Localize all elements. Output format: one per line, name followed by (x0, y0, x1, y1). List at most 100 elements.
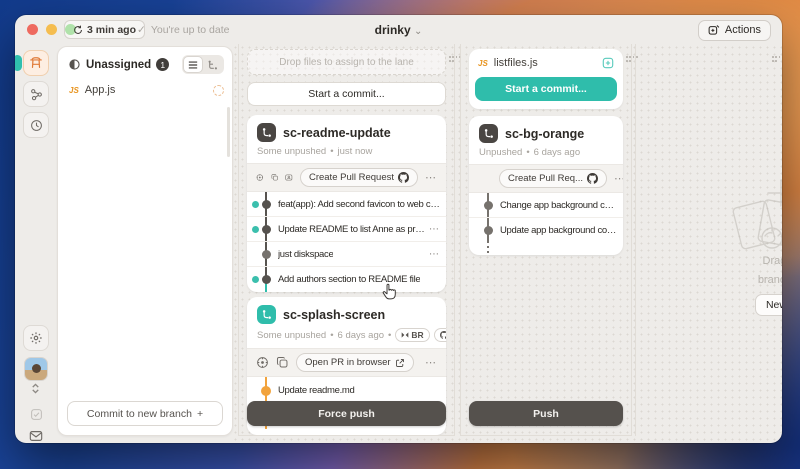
branch-header[interactable]: sc-bg-orange Unpushed • 6 days ago (469, 116, 623, 164)
user-avatar[interactable] (24, 357, 48, 381)
tree-view-button[interactable] (203, 56, 223, 73)
branch-name: sc-bg-orange (505, 127, 584, 141)
plus-icon: + (197, 408, 203, 420)
panel-scrollbar[interactable] (227, 107, 230, 157)
branch-status-text: Some unpushed (257, 330, 326, 341)
commit-message: Update readme.md (278, 385, 355, 396)
open-pr-label: Open PR in browser (305, 357, 391, 368)
commit-message: Update README to list Anne as primar... (278, 224, 425, 235)
history-tab[interactable] (23, 112, 49, 138)
commit-to-new-branch-button[interactable]: Commit to new branch + (67, 401, 223, 426)
lane2-assigned-files-card: JS listfiles.js Start a commit... (469, 49, 623, 109)
account-unfold-button[interactable] (30, 383, 41, 394)
new-branch-label: New branch (766, 299, 782, 311)
copy-icon[interactable] (276, 356, 289, 369)
branch-header[interactable]: sc-splash-screen Some unpushed • 6 days … (247, 297, 446, 348)
branch-time: 6 days ago (534, 147, 580, 158)
create-pull-request-button[interactable]: Create Pull Request (300, 168, 418, 187)
commit-row[interactable]: feat(app): Add second favicon to web con… (247, 192, 446, 217)
create-pr-label: Create Pull Req... (508, 173, 583, 184)
branch-menu-button[interactable]: ⋯ (614, 172, 623, 185)
github-icon (440, 331, 446, 339)
create-pull-request-button[interactable]: Create Pull Req... (499, 169, 607, 188)
left-rail (15, 45, 57, 443)
commit-row[interactable]: Change app background color t... (469, 193, 623, 218)
pull-request-badge[interactable]: PR (434, 328, 446, 342)
view-toggle (182, 55, 224, 74)
local-dot-icon (262, 275, 271, 284)
js-file-icon: JS (478, 59, 488, 68)
commit-menu-button[interactable]: ⋯ (425, 249, 440, 260)
new-branch-button[interactable]: New branch (755, 294, 782, 316)
remote-dot-icon (252, 226, 259, 233)
settings-button[interactable] (23, 325, 49, 351)
app-window: 3 min ago ✓ You're up to date drinky ⌄ A… (15, 15, 782, 443)
actions-label: Actions (725, 24, 761, 36)
commit-message: Update app background color t... (500, 225, 617, 236)
avatar-photo (32, 364, 41, 373)
github-icon (587, 173, 598, 184)
push-label: Push (533, 408, 559, 420)
commit-message: feat(app): Add second favicon to web con… (278, 199, 440, 210)
commit-row[interactable]: just diskspace ⋯ (247, 242, 446, 267)
force-push-button[interactable]: Force push (247, 401, 446, 426)
review-eye-icon[interactable] (256, 171, 264, 184)
branches-tab[interactable] (23, 81, 49, 107)
open-pr-in-browser-button[interactable]: Open PR in browser (296, 353, 414, 372)
external-link-icon (395, 358, 405, 368)
bullet-separator: • (388, 330, 391, 341)
branch-header[interactable]: sc-readme-update Some unpushed • just no… (247, 115, 446, 163)
unassigned-icon (68, 58, 81, 71)
commit-message: Add authors section to README file (278, 274, 420, 285)
history-icon (30, 119, 43, 132)
commit-row[interactable]: Add authors section to README file (247, 267, 446, 292)
project-title[interactable]: drinky ⌄ (15, 23, 782, 37)
new-branch-dropzone[interactable]: Drag changes branch off your New branch (635, 44, 782, 436)
branch-status-text: Unpushed (479, 147, 522, 158)
commit-list: Change app background color t... Update … (469, 193, 623, 255)
chevron-down-icon: ⌄ (414, 26, 422, 37)
branch-toolbar: Open PR in browser ⋯ (247, 348, 446, 377)
copy-icon[interactable] (271, 171, 279, 184)
branch-status: Unpushed • 6 days ago (479, 147, 613, 158)
branch-card-sc-readme-update: sc-readme-update Some unpushed • just no… (247, 115, 446, 292)
review-eye-icon[interactable] (256, 356, 269, 369)
branch-menu-button[interactable]: ⋯ (425, 356, 437, 369)
drag-hint-line1: Drag changes (758, 252, 782, 271)
commit-row[interactable]: Update readme.md (247, 377, 446, 404)
workspace-tab[interactable] (23, 50, 49, 76)
project-name: drinky (375, 23, 411, 37)
force-push-label: Force push (318, 408, 375, 420)
unassigned-header: Unassigned 1 (58, 47, 232, 80)
commit-row[interactable]: Update app background color t... (469, 218, 623, 243)
commit-menu-button[interactable]: ⋯ (425, 224, 440, 235)
branch-card-sc-bg-orange: sc-bg-orange Unpushed • 6 days ago Creat… (469, 116, 623, 255)
local-only-dot-icon (262, 250, 271, 259)
feedback-button[interactable] (23, 423, 49, 443)
start-commit-label: Start a commit... (505, 83, 587, 95)
start-commit-label: Start a commit... (308, 88, 384, 100)
push-button[interactable]: Push (469, 401, 623, 426)
lane1-start-commit-button[interactable]: Start a commit... (247, 82, 446, 106)
drag-hint-text: Drag changes branch off your (758, 252, 782, 290)
bullet-separator: • (330, 330, 333, 341)
commit-row[interactable]: Update README to list Anne as primar... … (247, 217, 446, 242)
local-dot-icon (262, 225, 271, 234)
lane2-start-commit-button[interactable]: Start a commit... (475, 77, 617, 101)
lane1-dropzone[interactable]: Drop files to assign to the lane (247, 49, 446, 75)
unpushed-dot-icon (261, 386, 271, 396)
add-file-icon[interactable] (602, 57, 614, 69)
file-row-appjs[interactable]: JS App.js (58, 80, 232, 100)
branch-menu-button[interactable]: ⋯ (425, 171, 437, 184)
branch-status: Some unpushed • just now (257, 146, 436, 157)
actions-button[interactable]: Actions (698, 20, 771, 41)
drag-illustration (709, 176, 782, 261)
assign-reviewer-icon[interactable] (285, 171, 293, 184)
file-row-listfiles[interactable]: JS listfiles.js (469, 52, 623, 74)
branch-badge-icon (257, 305, 276, 324)
list-view-button[interactable] (183, 56, 203, 73)
remote-dot-icon (252, 276, 259, 283)
unassigned-count-badge: 1 (156, 58, 169, 71)
remote-dot-icon (252, 201, 259, 208)
branch-review-badge[interactable]: BR (395, 328, 429, 342)
